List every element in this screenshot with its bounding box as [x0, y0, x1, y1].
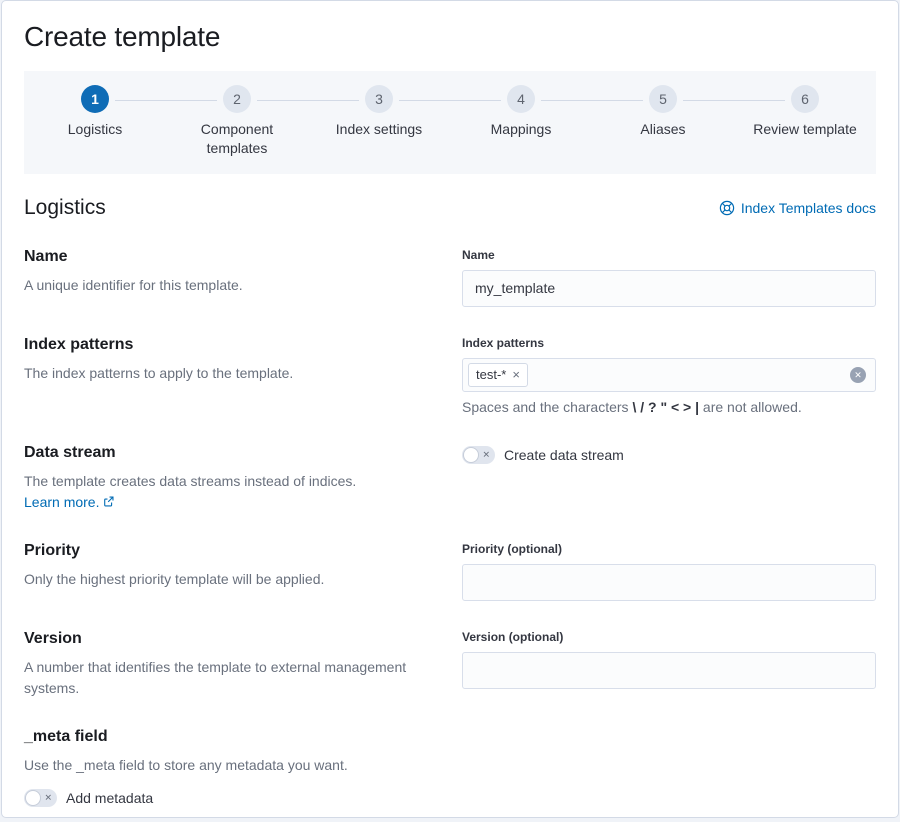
data-stream-row-title: Data stream [24, 444, 438, 462]
step-number-badge: 3 [365, 85, 393, 113]
toggle-thumb [25, 790, 41, 806]
step-label: Review template [745, 120, 865, 139]
name-field-label: Name [462, 248, 876, 262]
add-metadata-toggle[interactable]: ✕ [24, 789, 57, 807]
step-aliases: 5 Aliases [592, 85, 734, 158]
step-label: Index settings [319, 120, 439, 139]
step-number-badge: 2 [223, 85, 251, 113]
step-mappings: 4 Mappings [450, 85, 592, 158]
step-label: Component templates [177, 120, 297, 158]
step-label: Mappings [461, 120, 581, 139]
index-patterns-combobox[interactable]: test-* × ✕ [462, 358, 876, 392]
create-template-panel: Create template 1 Logistics 2 Component … [1, 0, 899, 818]
step-number-badge: 4 [507, 85, 535, 113]
step-number-badge: 5 [649, 85, 677, 113]
index-pattern-pill: test-* × [468, 363, 528, 387]
step-progress: 1 Logistics 2 Component templates 3 Inde… [24, 71, 876, 174]
create-data-stream-toggle[interactable]: ✕ [462, 446, 495, 464]
help-suffix: are not allowed. [703, 399, 802, 415]
toggle-off-icon: ✕ [482, 450, 490, 459]
version-row-title: Version [24, 630, 438, 648]
priority-row-title: Priority [24, 542, 438, 560]
section-title: Logistics [24, 196, 106, 220]
priority-input[interactable] [462, 564, 876, 601]
form-row-index-patterns: Index patterns The index patterns to app… [24, 336, 876, 415]
create-data-stream-toggle-label: Create data stream [504, 447, 624, 463]
data-stream-row-description: The template creates data streams instea… [24, 471, 438, 513]
docs-link-label: Index Templates docs [741, 200, 876, 216]
remove-pattern-icon[interactable]: × [512, 368, 520, 381]
form-row-priority: Priority Only the highest priority templ… [24, 542, 876, 601]
index-patterns-row-title: Index patterns [24, 336, 438, 354]
form-row-meta: _meta field Use the _meta field to store… [24, 728, 876, 807]
step-label: Aliases [603, 120, 723, 139]
data-stream-description-text: The template creates data streams instea… [24, 473, 356, 489]
learn-more-label: Learn more. [24, 492, 99, 513]
version-field-label: Version (optional) [462, 630, 876, 644]
learn-more-link[interactable]: Learn more. [24, 492, 114, 513]
step-logistics[interactable]: 1 Logistics [24, 85, 166, 158]
index-patterns-field-label: Index patterns [462, 336, 876, 350]
add-metadata-toggle-label: Add metadata [66, 790, 153, 806]
index-pattern-pill-label: test-* [476, 366, 506, 384]
toggle-thumb [463, 447, 479, 463]
name-row-title: Name [24, 248, 438, 266]
index-patterns-help-text: Spaces and the characters \ / ? " < > | … [462, 399, 876, 415]
step-review-template: 6 Review template [734, 85, 876, 158]
step-label: Logistics [35, 120, 155, 139]
name-input[interactable] [462, 270, 876, 307]
priority-row-description: Only the highest priority template will … [24, 569, 438, 590]
index-templates-docs-link[interactable]: Index Templates docs [719, 200, 876, 216]
step-component-templates: 2 Component templates [166, 85, 308, 158]
priority-field-label: Priority (optional) [462, 542, 876, 556]
external-link-icon [103, 496, 114, 507]
step-number-badge: 1 [81, 85, 109, 113]
name-row-description: A unique identifier for this template. [24, 275, 438, 296]
help-disallowed-chars: \ / ? " < > | [632, 399, 699, 415]
page-title: Create template [24, 21, 876, 53]
form-row-version: Version A number that identifies the tem… [24, 630, 876, 699]
version-input[interactable] [462, 652, 876, 689]
meta-row-title: _meta field [24, 728, 438, 746]
index-patterns-row-description: The index patterns to apply to the templ… [24, 363, 438, 384]
toggle-off-icon: ✕ [44, 793, 52, 802]
clear-patterns-icon[interactable]: ✕ [850, 367, 866, 383]
help-prefix: Spaces and the characters [462, 399, 629, 415]
version-row-description: A number that identifies the template to… [24, 657, 438, 699]
help-icon [719, 200, 735, 216]
form-row-name: Name A unique identifier for this templa… [24, 248, 876, 307]
step-index-settings: 3 Index settings [308, 85, 450, 158]
meta-row-description: Use the _meta field to store any metadat… [24, 755, 438, 776]
step-number-badge: 6 [791, 85, 819, 113]
form-row-data-stream: Data stream The template creates data st… [24, 444, 876, 513]
